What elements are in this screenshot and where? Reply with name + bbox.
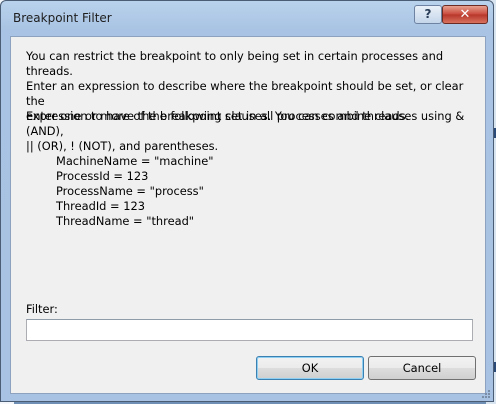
filter-label: Filter: <box>26 302 58 316</box>
clause-item: MachineName = "machine" <box>56 154 214 168</box>
cancel-button[interactable]: Cancel <box>368 356 476 380</box>
resize-grip-icon[interactable] <box>481 389 491 399</box>
clause-item: ProcessId = 123 <box>56 169 149 183</box>
question-mark-icon: ? <box>424 7 432 21</box>
clause-list: MachineName = "machine" ProcessId = 123 … <box>56 154 214 229</box>
filter-input[interactable] <box>26 319 473 341</box>
clause-item: ThreadName = "thread" <box>56 214 195 228</box>
title-bar[interactable]: Breakpoint Filter ? ✕ <box>1 1 493 35</box>
breakpoint-filter-dialog: Breakpoint Filter ? ✕ You can restrict t… <box>0 0 494 402</box>
clause-item: ProcessName = "process" <box>56 184 204 198</box>
ok-button[interactable]: OK <box>256 356 364 380</box>
clause-item: ThreadId = 123 <box>56 199 145 213</box>
close-icon: ✕ <box>459 7 471 22</box>
dialog-title: Breakpoint Filter <box>13 11 112 25</box>
close-button[interactable]: ✕ <box>442 5 488 24</box>
dialog-content: You can restrict the breakpoint to only … <box>10 36 486 394</box>
clauses-intro-text: Enter one or more of the following claus… <box>26 109 465 153</box>
help-button[interactable]: ? <box>414 5 442 24</box>
